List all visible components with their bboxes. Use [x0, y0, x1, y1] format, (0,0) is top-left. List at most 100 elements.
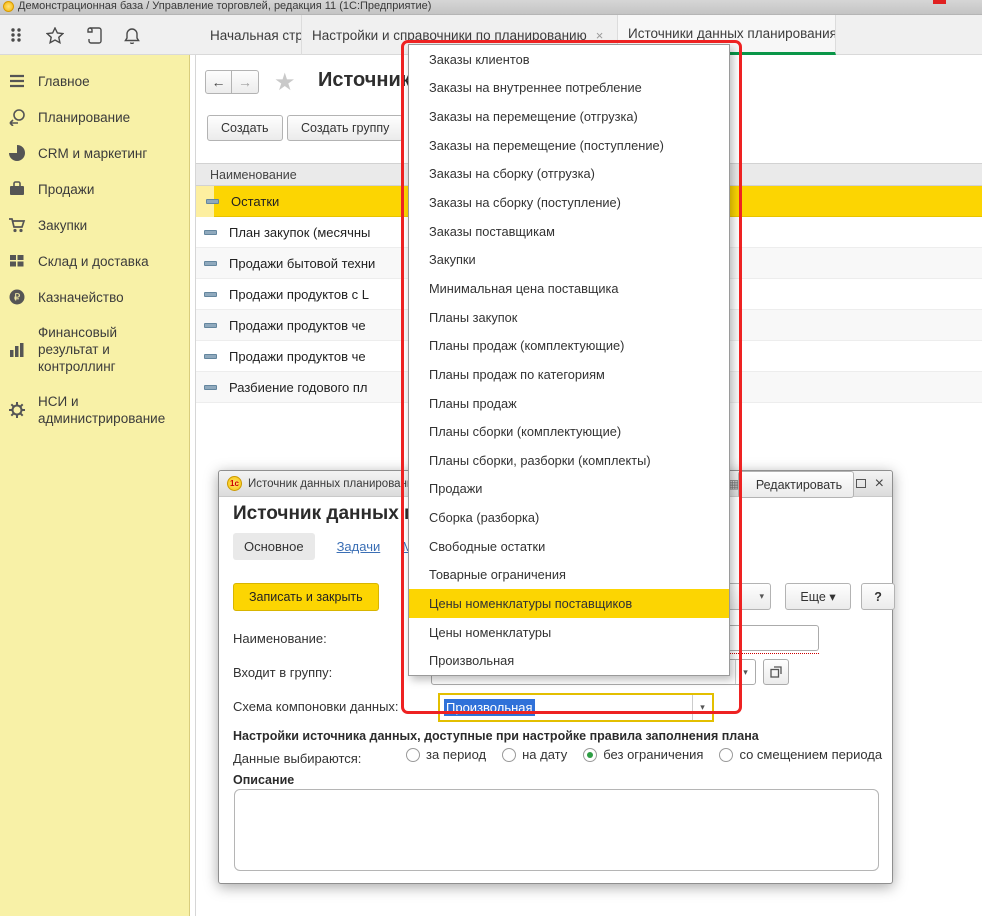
dropdown-item[interactable]: Минимальная цена поставщика — [409, 274, 729, 303]
dropdown-item[interactable]: Заказы на перемещение (поступление) — [409, 131, 729, 160]
description-textarea[interactable] — [234, 789, 879, 871]
boxes-grid-icon — [8, 252, 26, 270]
tab-planning-data-sources-label: Источники данных планирования — [628, 26, 836, 41]
briefcase-icon — [8, 180, 26, 198]
schema-selected-value: Произвольная — [444, 699, 535, 716]
favorite-star-icon[interactable]: ★ — [274, 68, 296, 97]
dropdown-item[interactable]: Произвольная — [409, 646, 729, 675]
sidebar-item-finance[interactable]: Финансовый результат и контроллинг — [0, 315, 189, 384]
dropdown-item[interactable]: Свободные остатки — [409, 532, 729, 561]
sidebar-item-planning[interactable]: Планирование — [0, 99, 189, 135]
radio-option[interactable]: за период — [406, 747, 486, 762]
window-titlebar: Демонстрационная база / Управление торго… — [0, 0, 982, 15]
section-sidebar: Главное Планирование CRM и маркетинг Про… — [0, 55, 190, 916]
settings-section-header: Настройки источника данных, доступные пр… — [233, 729, 759, 743]
forward-button[interactable]: → — [232, 70, 259, 94]
svg-text:₽: ₽ — [14, 293, 21, 304]
dropdown-item[interactable]: Заказы поставщикам — [409, 217, 729, 246]
dialog-1c-icon: 1с — [227, 476, 242, 491]
dropdown-item[interactable]: Заказы клиентов — [409, 45, 729, 74]
tab-close-icon[interactable]: × — [596, 28, 604, 43]
more-button[interactable]: Еще ▾ — [785, 583, 851, 610]
open-in-window-icon — [770, 666, 782, 678]
tab-home[interactable]: Начальная страница — [192, 15, 302, 55]
dropdown-item[interactable]: Планы сборки (комплектующие) — [409, 417, 729, 446]
radio-option[interactable]: со смещением периода — [719, 747, 882, 762]
radio-icon — [406, 748, 420, 762]
tab-home-label: Начальная страница — [210, 28, 302, 43]
dropdown-item[interactable]: Цены номенклатуры — [409, 618, 729, 647]
radio-option[interactable]: без ограничения — [583, 747, 703, 762]
item-dash-icon — [204, 292, 217, 297]
dropdown-item[interactable]: Заказы на сборку (поступление) — [409, 188, 729, 217]
group-field-label: Входит в группу: — [233, 665, 332, 680]
back-button[interactable]: ← — [205, 70, 232, 94]
name-field-label: Наименование: — [233, 631, 327, 646]
dropdown-item[interactable]: Планы продаж по категориям — [409, 360, 729, 389]
dropdown-item[interactable]: Сборка (разборка) — [409, 503, 729, 532]
item-dash-icon — [204, 323, 217, 328]
dropdown-item[interactable]: Планы продаж (комплектующие) — [409, 331, 729, 360]
main-menu-icon[interactable] — [10, 27, 24, 43]
schema-combobox[interactable]: Произвольная ▾ — [438, 693, 714, 722]
dropdown-item[interactable]: Товарные ограничения — [409, 561, 729, 590]
data-select-label: Данные выбираются: — [233, 751, 361, 766]
chevron-down-icon[interactable]: ▾ — [692, 695, 712, 720]
sidebar-item-admin[interactable]: НСИ и администрирование — [0, 384, 189, 436]
dropdown-item[interactable]: Заказы на сборку (отгрузка) — [409, 160, 729, 189]
notifications-bell-icon[interactable] — [124, 27, 140, 44]
sidebar-item-treasury[interactable]: ₽ Казначейство — [0, 279, 189, 315]
schema-field-label: Схема компоновки данных: — [233, 699, 399, 714]
dropdown-item[interactable]: Заказы на перемещение (отгрузка) — [409, 102, 729, 131]
bar-chart-icon — [8, 341, 26, 359]
chevron-down-icon[interactable]: ▾ — [735, 660, 755, 684]
dropdown-item[interactable]: Закупки — [409, 245, 729, 274]
open-group-button[interactable] — [763, 659, 789, 685]
sidebar-item-purchases[interactable]: Закупки — [0, 207, 189, 243]
menu-icon — [8, 72, 26, 90]
sidebar-item-sales[interactable]: Продажи — [0, 171, 189, 207]
save-and-close-button[interactable]: Записать и закрыть — [233, 583, 379, 611]
application-window: Демонстрационная база / Управление торго… — [0, 0, 982, 916]
window-title: Демонстрационная база / Управление торго… — [18, 0, 431, 12]
create-group-button[interactable]: Создать группу — [287, 115, 403, 141]
item-dash-icon — [204, 354, 217, 359]
data-select-radio-group: за период на дату без ограничения со сме… — [406, 747, 882, 762]
favorites-star-icon[interactable] — [46, 27, 64, 44]
radio-icon — [583, 748, 597, 762]
item-dash-icon — [204, 261, 217, 266]
dropdown-item[interactable]: Заказы на внутреннее потребление — [409, 74, 729, 103]
gear-icon — [8, 401, 26, 419]
dropdown-item[interactable]: Планы продаж — [409, 389, 729, 418]
help-button[interactable]: ? — [861, 583, 895, 610]
planning-icon — [8, 108, 26, 126]
sidebar-item-main[interactable]: Главное — [0, 63, 189, 99]
create-button[interactable]: Создать — [207, 115, 283, 141]
description-label: Описание — [233, 773, 294, 787]
pie-chart-icon — [8, 144, 26, 162]
cart-icon — [8, 216, 26, 234]
schema-dropdown-list: Заказы клиентов Заказы на внутреннее пот… — [408, 44, 730, 676]
tab-planning-settings-label: Настройки и справочники по планированию — [312, 28, 587, 43]
dialog-tab-main[interactable]: Основное — [233, 533, 315, 560]
window-close-button[interactable] — [933, 0, 946, 4]
radio-option[interactable]: на дату — [502, 747, 567, 762]
dialog-tab-tasks[interactable]: Задачи — [337, 539, 381, 554]
edit-schema-button[interactable]: Редактировать — [738, 471, 854, 498]
history-nav: ← → — [205, 70, 259, 94]
history-icon[interactable] — [86, 27, 102, 44]
dropdown-item[interactable]: Продажи — [409, 475, 729, 504]
dropdown-item[interactable]: Планы сборки, разборки (комплекты) — [409, 446, 729, 475]
close-dialog-icon[interactable]: × — [875, 477, 884, 491]
item-dash-icon — [204, 385, 217, 390]
item-dash-icon — [204, 230, 217, 235]
item-dash-icon — [206, 199, 219, 204]
sidebar-item-crm[interactable]: CRM и маркетинг — [0, 135, 189, 171]
dropdown-item[interactable]: Планы закупок — [409, 303, 729, 332]
app-1c-icon — [3, 1, 14, 12]
restore-window-icon[interactable] — [856, 479, 866, 488]
dropdown-item[interactable]: Цены номенклатуры поставщиков — [409, 589, 729, 618]
sidebar-item-warehouse[interactable]: Склад и доставка — [0, 243, 189, 279]
ruble-coin-icon: ₽ — [8, 288, 26, 306]
service-toolbar — [0, 15, 140, 55]
